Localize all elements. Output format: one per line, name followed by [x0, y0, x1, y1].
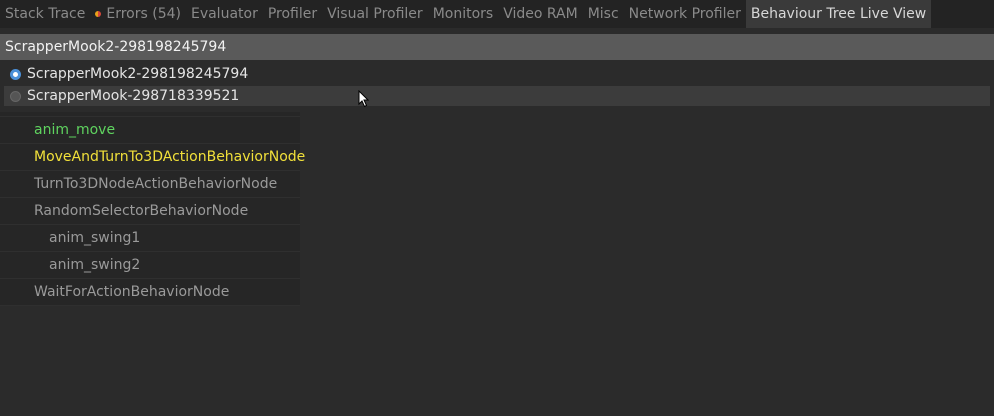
tree-node-label: anim_swing2 — [49, 257, 141, 273]
tab-label: Video RAM — [503, 6, 578, 22]
tab-label: Errors (54) — [106, 6, 181, 22]
tree-node-label: anim_swing1 — [49, 230, 141, 246]
tree-node[interactable]: MoveAndTurnTo3DActionBehaviorNode — [0, 144, 305, 171]
tab-label: Profiler — [267, 6, 318, 22]
tab-label: Visual Profiler — [327, 6, 423, 22]
tree-node[interactable]: RandomSelectorBehaviorNode — [0, 198, 300, 225]
tab-stack-trace[interactable]: Stack Trace — [0, 0, 90, 28]
error-indicator-icon — [95, 11, 102, 17]
entity-combo-box[interactable]: ScrapperMook2-298198245794 — [0, 34, 994, 60]
tree-node[interactable]: anim_move — [0, 117, 300, 144]
tab-label: Stack Trace — [5, 6, 86, 22]
behaviour-tree-view: anim_move MoveAndTurnTo3DActionBehaviorN… — [0, 112, 305, 306]
entity-option[interactable]: ScrapperMook2-298198245794 — [0, 64, 994, 84]
tab-label: Misc — [587, 6, 619, 22]
entity-option[interactable]: ScrapperMook-298718339521 — [4, 86, 990, 106]
tab-errors[interactable]: Errors (54) — [90, 0, 186, 28]
radio-unselected-icon — [10, 90, 21, 102]
tab-label: Behaviour Tree Live View — [750, 6, 927, 22]
tree-node-label: TurnTo3DNodeActionBehaviorNode — [34, 176, 278, 192]
tab-profiler[interactable]: Profiler — [263, 0, 322, 28]
tree-node-label: MoveAndTurnTo3DActionBehaviorNode — [34, 149, 306, 165]
tab-visual-profiler[interactable]: Visual Profiler — [322, 0, 428, 28]
tab-monitors[interactable]: Monitors — [428, 0, 499, 28]
tree-node[interactable]: TurnTo3DNodeActionBehaviorNode — [0, 171, 300, 198]
tab-label: Network Profiler — [628, 6, 741, 22]
entity-option-label: ScrapperMook-298718339521 — [27, 88, 240, 104]
mouse-cursor-icon — [358, 90, 370, 108]
tab-behaviour-tree-live-view[interactable]: Behaviour Tree Live View — [745, 0, 932, 28]
radio-selected-icon — [10, 68, 21, 80]
entity-option-label: ScrapperMook2-298198245794 — [27, 66, 249, 82]
tree-node-label: RandomSelectorBehaviorNode — [34, 203, 249, 219]
tree-node[interactable]: anim_swing2 — [0, 252, 300, 279]
tab-label: Evaluator — [190, 6, 258, 22]
tree-node-label: WaitForActionBehaviorNode — [34, 284, 230, 300]
tab-bar: Stack Trace Errors (54) Evaluator Profil… — [0, 0, 994, 28]
entity-combo-value: ScrapperMook2-298198245794 — [5, 39, 227, 55]
tab-evaluator[interactable]: Evaluator — [186, 0, 263, 28]
tab-network-profiler[interactable]: Network Profiler — [624, 0, 746, 28]
tree-node-label: anim_move — [34, 122, 116, 138]
tab-misc[interactable]: Misc — [583, 0, 624, 28]
tree-node[interactable]: anim_swing1 — [0, 225, 300, 252]
tab-video-ram[interactable]: Video RAM — [498, 0, 583, 28]
tab-label: Monitors — [432, 6, 494, 22]
tree-node[interactable]: WaitForActionBehaviorNode — [0, 279, 300, 306]
